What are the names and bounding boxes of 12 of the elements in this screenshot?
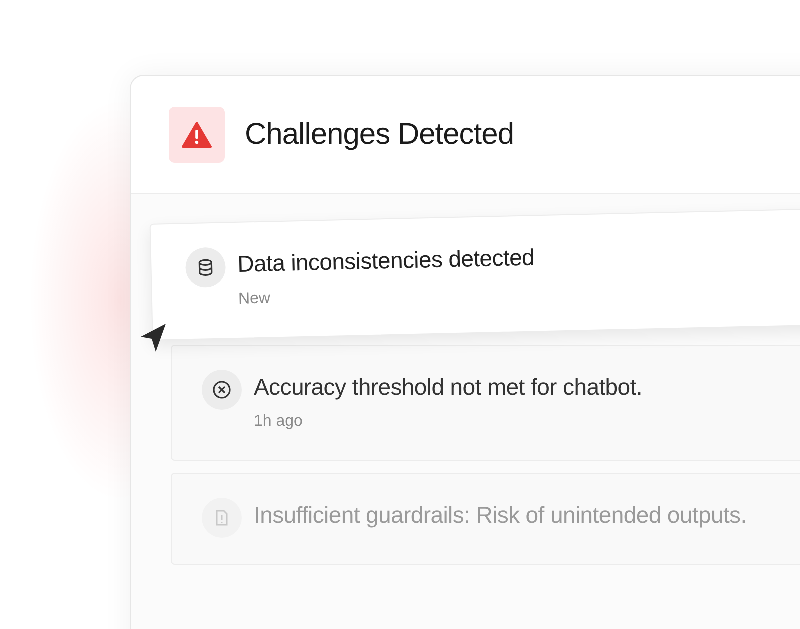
challenge-item[interactable]: Accuracy threshold not met for chatbot. 1h ago bbox=[171, 344, 800, 461]
challenge-item[interactable]: Data inconsistencies detected New bbox=[150, 208, 800, 340]
item-title: Accuracy threshold not met for chatbot. bbox=[254, 372, 642, 402]
alert-document-icon bbox=[202, 498, 242, 538]
warning-icon bbox=[169, 106, 225, 162]
cursor-icon bbox=[140, 322, 168, 354]
close-circle-icon bbox=[202, 370, 242, 410]
panel-title: Challenges Detected bbox=[245, 117, 514, 153]
item-time: New bbox=[238, 288, 272, 310]
item-title: Data inconsistencies detected bbox=[237, 243, 535, 279]
item-time: 1h ago bbox=[254, 412, 304, 432]
item-title: Insufficient guardrails: Risk of unintended outputs. bbox=[254, 501, 747, 530]
